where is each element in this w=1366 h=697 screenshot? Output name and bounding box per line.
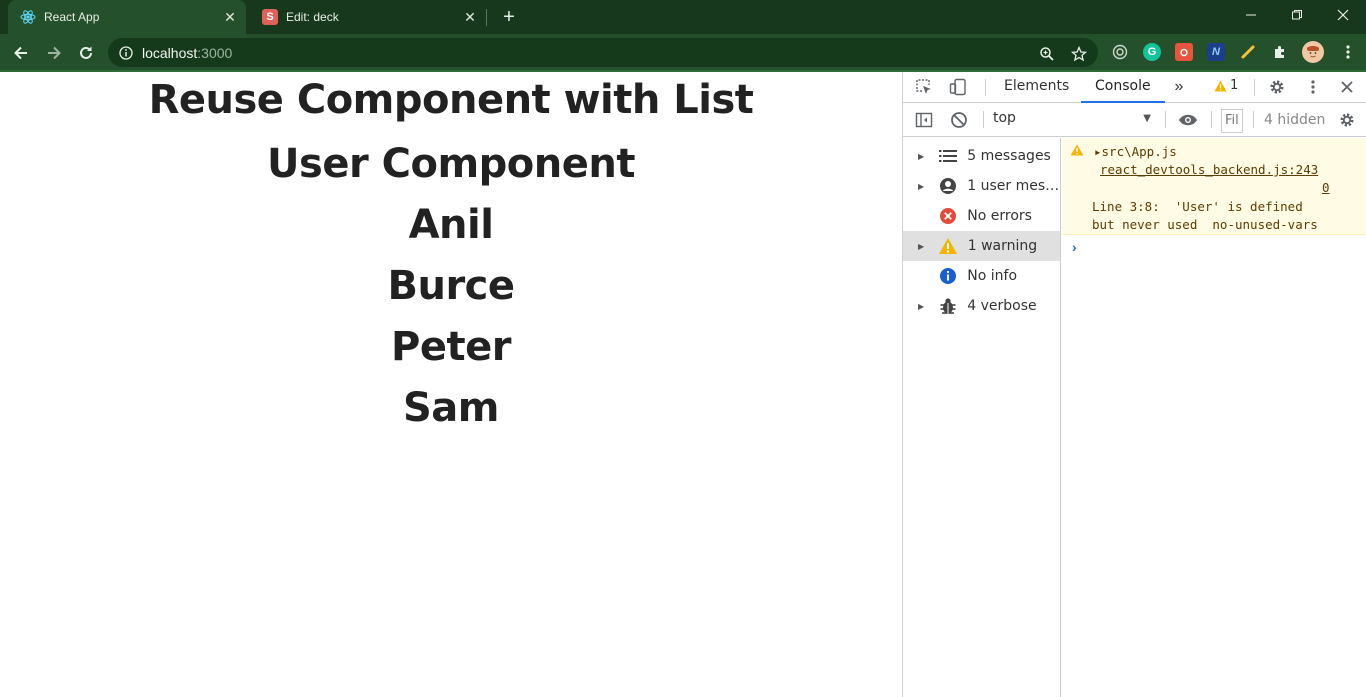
warning-source[interactable]: ▸src\App.js [1094,144,1177,159]
context-selector[interactable]: top ▼ [993,110,1155,132]
live-expression-eye-icon[interactable] [1178,110,1198,130]
toolbar-separator [1253,111,1254,128]
profile-avatar[interactable] [1302,41,1324,63]
browser-toolbar: localhost:3000 [0,34,1366,71]
info-icon[interactable] [119,45,133,60]
close-window-button[interactable] [1320,0,1366,30]
info-icon [938,266,958,286]
page-subtitle: User Component [267,141,635,187]
sidebar-item-info[interactable]: No info [903,261,1060,291]
console-settings-gear-icon[interactable] [1337,110,1357,130]
user-name: Anil [408,202,494,248]
user-list: Anil Burce Peter Sam [0,195,902,439]
sidebar-item-messages[interactable]: ▶ 5 messages [903,141,1060,171]
console-toolbar: top ▼ Fil 4 hidden [903,104,1366,137]
warning-icon [1070,144,1084,159]
toolbar-separator [1165,111,1166,128]
console-output[interactable]: ▸src\App.js react_devtools_backend.js:24… [1062,138,1366,697]
extension-camera-icon[interactable] [1175,43,1193,61]
kebab-menu-icon[interactable] [1303,77,1323,97]
tab-strip: React App ✕ S Edit: deck ✕ + [0,0,1366,34]
bug-icon [938,296,958,316]
hidden-count: 4 hidden [1264,112,1326,128]
user-name: Burce [387,263,515,309]
toolbar-separator [985,79,986,96]
extension-n-icon[interactable]: N [1207,43,1225,61]
user-name: Peter [391,324,511,370]
error-icon [938,206,958,226]
close-tab-icon[interactable]: ✕ [220,7,240,27]
source-link-line[interactable]: 0 [1322,180,1330,195]
tab-title: React App [44,10,100,24]
pencil-icon[interactable] [1239,43,1257,61]
more-tabs-icon[interactable]: » [1169,77,1189,97]
expand-arrow-icon[interactable]: ▶ [918,152,928,161]
expand-arrow-icon[interactable]: ▶ [918,242,928,251]
list-icon [938,146,958,166]
sidebar-item-user-messages[interactable]: ▶ 1 user mess... [903,171,1060,201]
sidebar-item-verbose[interactable]: ▶ 4 verbose [903,291,1060,321]
star-icon[interactable] [1070,45,1088,63]
zoom-icon[interactable] [1038,45,1056,63]
sidebar-toggle-icon[interactable] [914,110,934,130]
toolbar-separator [983,111,984,128]
settings-gear-icon[interactable] [1267,77,1287,97]
close-tab-icon[interactable]: ✕ [460,7,480,27]
tab-edit-deck[interactable]: S Edit: deck ✕ [250,0,486,34]
tab-console[interactable]: Console [1081,72,1165,103]
warning-text: Line 3:8: 'User' is defined but never us… [1092,199,1318,232]
toolbar-separator [1254,79,1255,96]
tab-react-app[interactable]: React App ✕ [8,0,246,34]
sidebar-item-warnings[interactable]: ▶ 1 warning [903,231,1060,261]
back-button[interactable] [8,40,34,66]
tab-elements[interactable]: Elements [1004,72,1069,103]
source-link[interactable]: react_devtools_backend.js:243 [1100,162,1318,177]
tab-separator [486,9,487,26]
expand-arrow-icon[interactable]: ▶ [918,302,928,311]
devtools-panel: Elements Console » 1 top ▼ Fil 4 hidden … [902,72,1366,697]
minimize-button[interactable] [1228,0,1274,30]
dropdown-arrow-icon: ▼ [1143,113,1151,124]
extensions-puzzle-icon[interactable] [1271,43,1289,61]
new-tab-button[interactable]: + [498,6,520,28]
console-warning-message[interactable]: ▸src\App.js react_devtools_backend.js:24… [1062,138,1366,235]
warning-icon [1214,80,1227,91]
device-toolbar-icon[interactable] [948,77,968,97]
warning-count-badge[interactable]: 1 [1214,78,1238,93]
expand-arrow-icon[interactable]: ▶ [918,182,928,191]
toolbar-separator [1211,111,1212,128]
user-icon [938,176,958,196]
filter-input[interactable]: Fil [1221,109,1243,133]
reload-button[interactable] [73,40,99,66]
clear-console-icon[interactable] [949,110,969,130]
warning-icon [938,236,958,256]
close-devtools-icon[interactable] [1337,77,1357,97]
console-sidebar: ▶ 5 messages ▶ 1 user mess... No errors … [903,138,1061,697]
menu-kebab-icon[interactable] [1339,43,1357,61]
page-content: Reuse Component with List User Component… [0,72,902,697]
grammarly-icon[interactable]: G [1143,43,1161,61]
forward-button[interactable] [41,40,67,66]
inspect-element-icon[interactable] [914,77,934,97]
user-name: Sam [403,385,499,431]
sidebar-item-errors[interactable]: No errors [903,201,1060,231]
devtools-tabbar: Elements Console » 1 [903,72,1366,103]
address-bar[interactable]: localhost:3000 [108,38,1098,67]
react-icon [20,9,36,25]
page-title: Reuse Component with List [148,77,754,123]
url-text: localhost:3000 [142,44,233,61]
extension-target-icon[interactable] [1111,43,1129,61]
console-prompt-icon[interactable]: › [1072,239,1077,255]
slides-icon: S [262,9,278,25]
restore-button[interactable] [1274,0,1320,30]
tab-title: Edit: deck [286,10,339,24]
